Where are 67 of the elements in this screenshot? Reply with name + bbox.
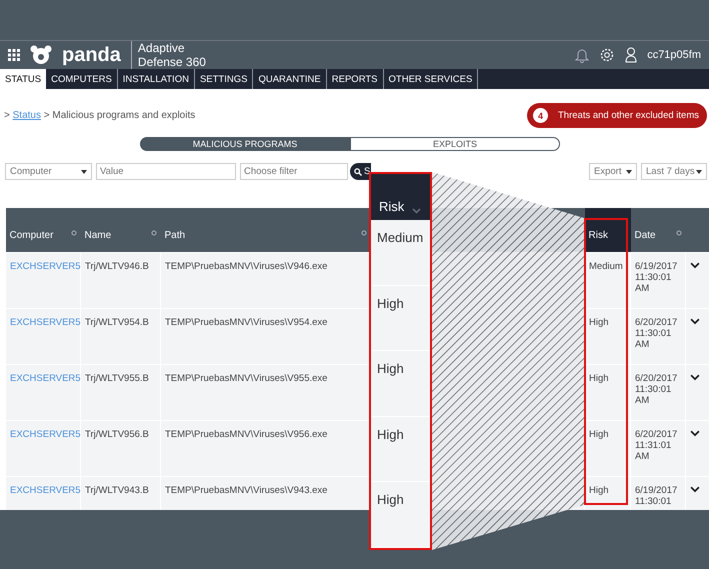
expand-icon[interactable] [690,262,700,269]
table-cell: TEMP\PruebasMNV\Viruses\V943.exe [160,476,370,510]
settings-icon[interactable] [599,47,616,63]
column-header: Risk [379,199,404,214]
table-cell: High [584,364,630,420]
sort-icon [150,230,156,236]
table-cell: TEMP\PruebasMNV\Viruses\V954.exe [160,308,370,364]
table-cell: TEMP\PruebasMNV\Viruses\V955.exe [160,364,370,420]
dropdown-arrow-icon [696,170,702,174]
value-field[interactable]: Value [96,163,236,180]
table-cell: High [371,351,430,417]
nav-tab[interactable]: STATUS [0,69,46,89]
nav-tab[interactable]: COMPUTERS [46,69,118,89]
table-cell: High [371,482,430,548]
user-icon[interactable] [625,47,638,63]
threats-button[interactable]: 4 Threats and other excluded items [527,103,707,128]
table-cell: 6/20/2017 11:30:01 AM [630,364,686,420]
table-cell: Medium [584,252,630,308]
dropdown-arrow-icon [626,170,632,174]
column-header[interactable]: Computer [6,208,80,252]
expand-icon[interactable] [690,430,700,437]
nav-tab[interactable]: OTHER SERVICES [384,69,478,89]
column-select[interactable]: Computer [5,163,92,180]
export-select[interactable]: Export [589,163,637,180]
count-badge: 4 [533,108,548,123]
table-cell: Trj/WLTV943.B [80,476,160,510]
table-cell: 6/19/2017 11:30:01 [630,476,686,510]
table-cell: 6/20/2017 11:31:01 AM [630,420,686,476]
sort-icon [360,230,366,236]
table-cell: High [371,416,430,482]
table-cell: Trj/WLTV955.B [80,364,160,420]
expand-icon[interactable] [690,374,700,381]
range-select[interactable]: Last 7 days [641,163,707,180]
breadcrumb: > Status > Malicious programs and exploits [4,110,196,121]
search-icon [354,168,362,176]
table-cell: Trj/WLTV946.B [80,252,160,308]
brand-name: panda [62,44,121,66]
table-cell: High [371,286,430,352]
bell-icon[interactable] [575,47,590,63]
nav-tab[interactable]: REPORTS [326,69,384,89]
nav-tab[interactable]: QUARANTINE [253,69,327,89]
chevron-down-icon [412,208,422,214]
column-header[interactable]: Date [630,208,686,252]
table-cell: TEMP\PruebasMNV\Viruses\V946.exe [160,252,370,308]
table-cell: 6/19/2017 11:30:01 AM [630,252,686,308]
nav-tab[interactable]: INSTALLATION [118,69,195,89]
filter-field[interactable]: Choose filter [240,163,348,180]
table-cell: 6/20/2017 11:30:01 AM [630,308,686,364]
table-cell: Medium [371,220,430,286]
grid-menu-icon[interactable] [8,49,20,61]
sort-icon [70,230,76,236]
segment-tab[interactable]: MALICIOUS PROGRAMS [140,137,350,151]
expand-icon[interactable] [690,486,700,493]
table-cell: Trj/WLTV956.B [80,420,160,476]
table-cell: High [584,420,630,476]
table-cell: High [584,308,630,364]
expand-icon[interactable] [690,318,700,325]
panda-logo-icon [30,45,52,65]
table-cell: TEMP\PruebasMNV\Viruses\V956.exe [160,420,370,476]
table-cell: Trj/WLTV954.B [80,308,160,364]
column-header[interactable]: Path [160,208,370,252]
nav-tab[interactable]: SETTINGS [194,69,254,89]
dropdown-arrow-icon [81,170,87,174]
column-header[interactable]: Name [80,208,160,252]
sort-icon [676,230,682,236]
segment-tab[interactable]: EXPLOITS [350,137,560,151]
user-name[interactable]: cc71p05fm [647,49,701,61]
